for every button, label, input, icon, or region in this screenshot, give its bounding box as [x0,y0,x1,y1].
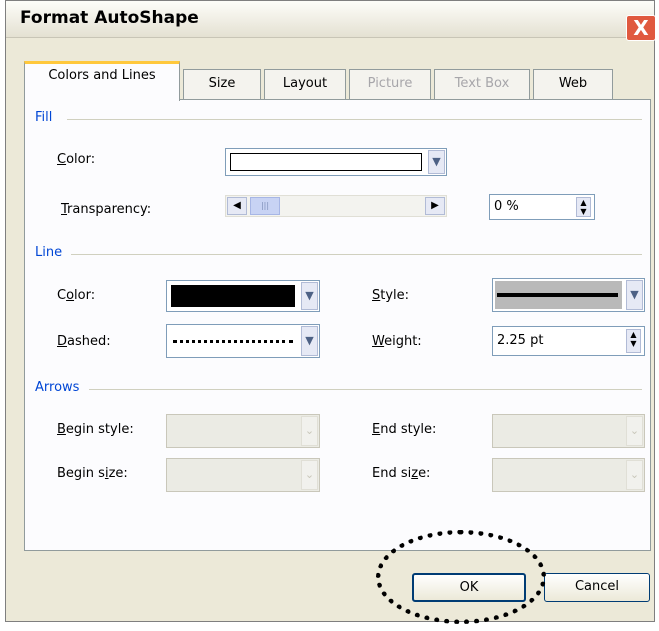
tab-label: Layout [282,76,328,91]
chevron-down-icon: ⌄ [626,460,643,490]
line-style-dropdown[interactable]: ▼ [492,278,645,312]
line-group-heading: Line [35,245,63,260]
tab-label: Web [558,76,588,91]
fill-color-dropdown[interactable]: ▼ [225,148,447,176]
arrows-group-heading: Arrows [35,380,80,395]
chevron-down-icon[interactable]: ▼ [301,326,318,356]
chevron-down-icon[interactable]: ▼ [626,280,643,310]
end-style-label: End style: [372,422,437,437]
end-size-label: End size: [372,466,431,481]
divider [71,254,642,255]
scroll-left-icon[interactable]: ◀ [227,197,247,215]
title-bar: Format AutoShape [6,1,654,38]
fill-color-label: Color: [57,152,96,167]
line-color-dropdown[interactable]: ▼ [166,280,320,312]
dash-preview [173,340,293,343]
begin-size-label: Begin size: [57,466,128,481]
weight-input[interactable]: 2.25 pt ▲ ▼ [492,326,645,356]
divider [89,389,642,390]
tab-size[interactable]: Size [183,69,261,100]
colors-and-lines-panel: Fill Color: ▼ Transparency: ◀ ||| ▶ 0 % … [24,99,651,551]
tab-label: Size [208,76,236,91]
chevron-down-icon[interactable]: ▼ [428,150,445,174]
spinner-icon[interactable]: ▲ ▼ [576,197,591,217]
tab-web[interactable]: Web [533,69,613,100]
weight-label: Weight: [372,334,422,349]
begin-size-dropdown: ⌄ [166,458,320,492]
divider [67,119,642,120]
dashed-label: Dashed: [57,334,111,349]
scroll-right-icon[interactable]: ▶ [425,197,445,215]
fill-group-heading: Fill [35,110,53,125]
transparency-value: 0 % [494,199,519,214]
cancel-button[interactable]: Cancel [544,573,650,602]
window-title: Format AutoShape [20,8,199,28]
transparency-label: Transparency: [61,202,152,217]
line-color-label: Color: [57,288,96,303]
transparency-slider[interactable]: ◀ ||| ▶ [225,195,447,217]
chevron-down-icon: ⌄ [301,416,318,446]
line-style-preview [497,293,618,297]
tab-colors-and-lines[interactable]: Colors and Lines [24,61,180,101]
tab-picture: Picture [349,69,431,100]
end-style-dropdown: ⌄ [492,414,645,448]
end-size-dropdown: ⌄ [492,458,645,492]
tab-layout[interactable]: Layout [264,69,346,100]
chevron-down-icon[interactable]: ▼ [301,282,318,310]
format-autoshape-dialog: Format AutoShape X Colors and Lines Size… [5,0,656,622]
slider-thumb[interactable]: ||| [250,197,280,215]
tab-label: Picture [367,76,413,91]
chevron-down-icon: ⌄ [301,460,318,490]
transparency-input[interactable]: 0 % ▲ ▼ [489,194,595,220]
tab-label: Colors and Lines [48,68,156,83]
fill-color-swatch [230,153,422,171]
close-icon[interactable]: X [626,15,656,41]
tab-text-box: Text Box [434,69,530,100]
style-label: Style: [372,288,410,303]
chevron-down-icon: ⌄ [626,416,643,446]
line-color-swatch [171,285,295,307]
spinner-icon[interactable]: ▲ ▼ [626,329,641,353]
dashed-dropdown[interactable]: ▼ [166,324,320,358]
highlight-annotation [376,530,546,624]
begin-style-dropdown: ⌄ [166,414,320,448]
begin-style-label: Begin style: [57,422,134,437]
weight-value: 2.25 pt [497,333,544,348]
tab-label: Text Box [454,76,510,91]
